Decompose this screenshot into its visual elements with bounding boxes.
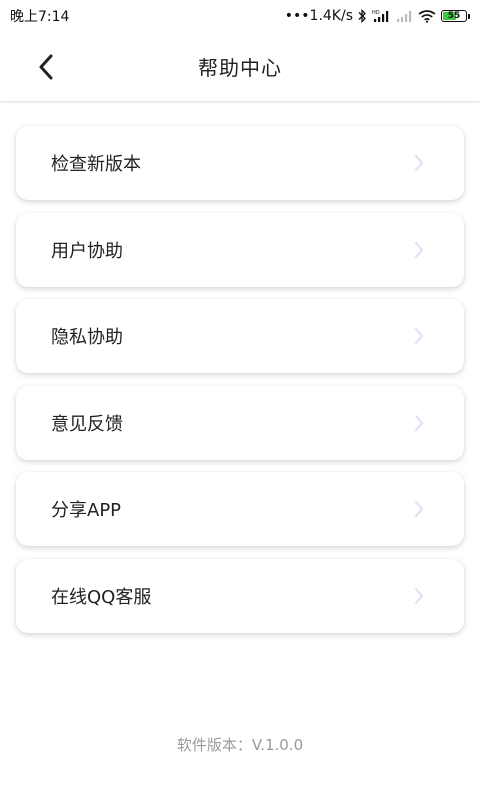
menu-item-label: 意见反馈 <box>51 413 123 435</box>
chevron-right-icon <box>414 154 424 172</box>
signal-weak-icon <box>395 9 413 23</box>
help-menu-list: 检查新版本 用户协助 隐私协助 意见反馈 分享APP 在线QQ客服 <box>16 126 464 645</box>
menu-item-label: 在线QQ客服 <box>51 586 152 608</box>
chevron-right-icon <box>414 241 424 259</box>
svg-text:HD: HD <box>372 10 380 16</box>
menu-item-label: 用户协助 <box>51 240 123 262</box>
battery-level: 55 <box>447 10 461 21</box>
menu-item-qq-support[interactable]: 在线QQ客服 <box>16 558 464 633</box>
chevron-right-icon <box>414 587 424 605</box>
chevron-right-icon <box>414 327 424 345</box>
menu-item-privacy-agreement[interactable]: 隐私协助 <box>16 299 464 373</box>
chevron-left-icon <box>39 54 53 80</box>
chevron-right-icon <box>414 500 424 518</box>
header-bar: 帮助中心 <box>0 32 480 102</box>
back-button[interactable] <box>28 49 64 85</box>
software-version: 软件版本：V.1.0.0 <box>176 736 304 754</box>
menu-item-check-update[interactable]: 检查新版本 <box>16 126 464 200</box>
network-speed: •••1.4K/s <box>284 8 353 24</box>
menu-item-user-agreement[interactable]: 用户协助 <box>16 212 464 287</box>
status-time: 晚上7:14 <box>10 9 70 25</box>
status-icons: •••1.4K/s HD 55 <box>285 8 470 24</box>
status-bar: 晚上7:14 •••1.4K/s HD 55 <box>0 0 480 32</box>
chevron-right-icon <box>414 414 424 432</box>
menu-item-feedback[interactable]: 意见反馈 <box>16 385 464 460</box>
bluetooth-icon <box>358 9 367 23</box>
menu-item-share-app[interactable]: 分享APP <box>16 472 464 546</box>
menu-item-label: 分享APP <box>51 500 122 521</box>
signal-hd-icon: HD <box>372 9 390 23</box>
help-center-screen: 晚上7:14 •••1.4K/s HD 55 帮助中心 检查新版本 用户协助 隐… <box>0 0 480 800</box>
menu-item-label: 检查新版本 <box>51 154 141 175</box>
battery-icon: 55 <box>441 10 470 22</box>
menu-item-label: 隐私协助 <box>51 327 123 348</box>
wifi-icon <box>418 9 436 23</box>
page-title: 帮助中心 <box>198 56 282 80</box>
